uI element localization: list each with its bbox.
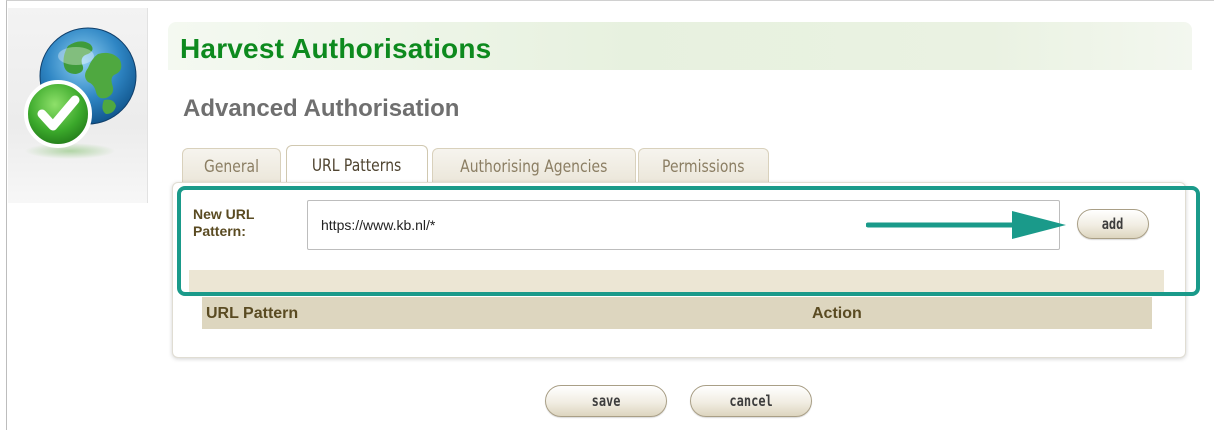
logo-panel <box>8 8 148 203</box>
section-title: Advanced Authorisation <box>183 95 460 122</box>
page-title: Harvest Authorisations <box>180 33 492 64</box>
tab-url-patterns[interactable]: URL Patterns <box>286 145 428 185</box>
save-button[interactable]: save <box>545 385 667 417</box>
tab-general[interactable]: General <box>182 148 281 184</box>
tab-authorising-agencies-label: Authorising Agencies <box>460 156 608 177</box>
tab-authorising-agencies[interactable]: Authorising Agencies <box>432 148 636 184</box>
arrow-right-icon <box>866 211 1066 239</box>
new-url-pattern-label: New URL Pattern: <box>193 206 255 239</box>
column-header-url-pattern: URL Pattern <box>206 305 299 322</box>
tab-general-label: General <box>204 156 259 177</box>
tab-url-patterns-label: URL Patterns <box>312 155 402 176</box>
tab-permissions[interactable]: Permissions <box>638 148 769 184</box>
add-button-label: add <box>1102 215 1124 233</box>
table-header: URL Pattern Action <box>202 297 1152 329</box>
cancel-button[interactable]: cancel <box>690 385 812 417</box>
divider-band <box>189 270 1164 296</box>
add-button[interactable]: add <box>1077 209 1149 239</box>
tab-permissions-label: Permissions <box>662 156 745 177</box>
cancel-button-label: cancel <box>729 392 773 410</box>
column-header-action: Action <box>812 305 862 322</box>
save-button-label: save <box>591 392 621 410</box>
globe-checkmark-icon <box>24 27 137 159</box>
